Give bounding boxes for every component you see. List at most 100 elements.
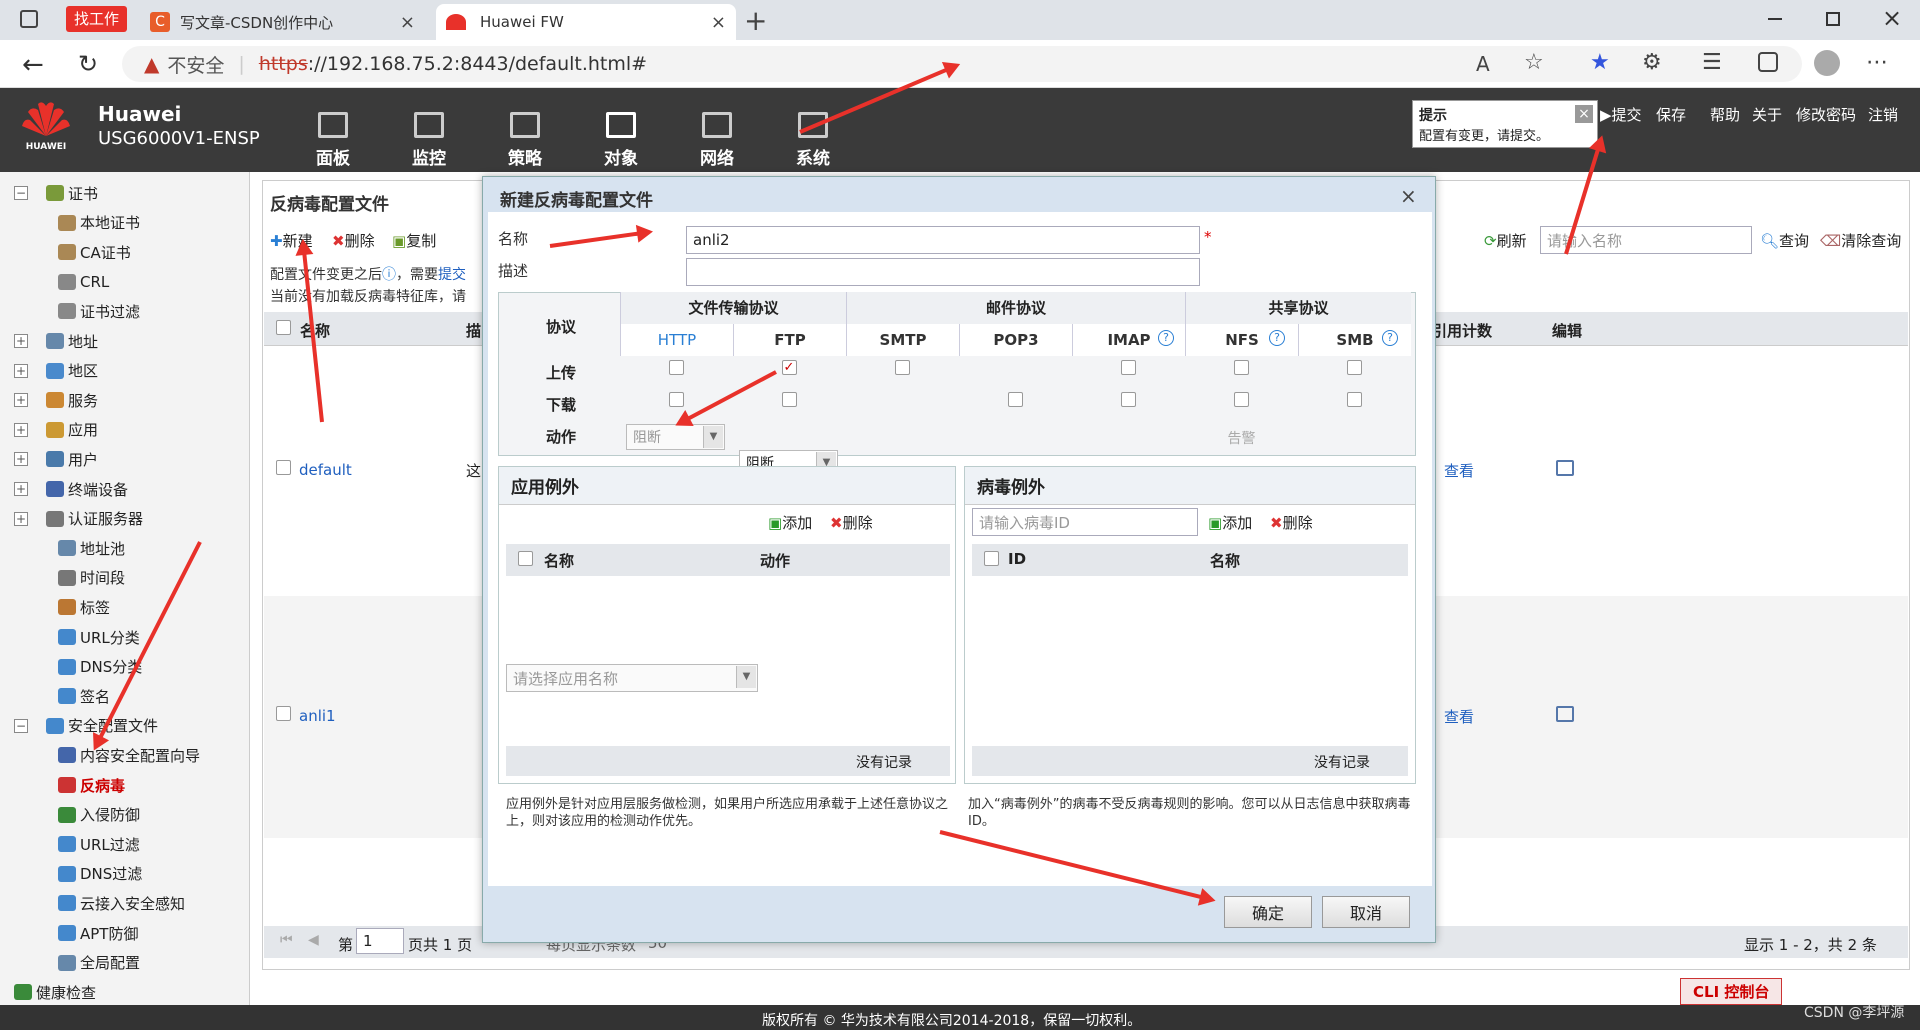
sidebar-item[interactable]: 内容安全配置向导	[58, 742, 200, 768]
view-link[interactable]: 查看	[1444, 706, 1474, 727]
select-all-checkbox[interactable]	[276, 320, 291, 339]
clear-query-button[interactable]: ⌫清除查询	[1820, 230, 1901, 251]
back-icon[interactable]: ←	[22, 50, 44, 80]
expand-icon[interactable]: +	[14, 334, 28, 348]
sidebar-item[interactable]: 本地证书	[58, 210, 140, 236]
upload-checkbox[interactable]	[1120, 360, 1136, 375]
more-menu-icon[interactable]: ⋯	[1866, 50, 1888, 75]
sidebar-item[interactable]: 入侵防御	[58, 802, 140, 828]
tab-csdn[interactable]: C 写文章-CSDN创作中心 ×	[140, 4, 425, 40]
help-link[interactable]: 帮助	[1710, 104, 1740, 125]
query-button[interactable]: 🔍︎查询	[1760, 230, 1809, 251]
virus-id-input[interactable]: 请输入病毒ID	[972, 508, 1198, 536]
row-checkbox[interactable]	[276, 706, 291, 721]
sidebar-item[interactable]: URL过滤	[58, 831, 140, 857]
name-input[interactable]: anli2	[686, 226, 1200, 254]
extensions-icon[interactable]: ⚙	[1642, 50, 1662, 75]
virus-select-all-checkbox[interactable]	[984, 551, 999, 570]
change-password-link[interactable]: 修改密码	[1796, 104, 1856, 125]
nav-system[interactable]: 系统	[778, 98, 848, 169]
row-name-link[interactable]: default	[299, 461, 352, 479]
sidebar-item[interactable]: 标签	[58, 594, 110, 620]
favorite-add-icon[interactable]: ☆	[1524, 50, 1544, 75]
url-field[interactable]: ▲ 不安全 | https ://192.168.75.2:8443/defau…	[122, 46, 1802, 82]
sidebar-item[interactable]: 全局配置	[58, 950, 140, 976]
sidebar-item[interactable]: CRL	[58, 269, 109, 295]
sidebar-item[interactable]: 签名	[58, 683, 110, 709]
sidebar-item[interactable]: CA证书	[58, 239, 131, 265]
expand-icon[interactable]: +	[14, 393, 28, 408]
sidebar-item[interactable]: + 认证服务器	[14, 506, 143, 532]
close-tab-icon[interactable]: ×	[711, 12, 726, 33]
sidebar-item[interactable]: URL分类	[58, 624, 140, 650]
close-window-icon[interactable]: ×	[1882, 4, 1902, 32]
download-checkbox[interactable]	[1120, 392, 1136, 407]
expand-icon[interactable]: +	[14, 422, 28, 437]
view-link[interactable]: 查看	[1444, 460, 1474, 481]
download-checkbox[interactable]	[1007, 392, 1023, 407]
sidebar-item[interactable]: 反病毒	[58, 772, 125, 798]
sidebar-item[interactable]: 健康检查	[14, 979, 96, 1005]
collapse-icon[interactable]: −	[14, 186, 28, 200]
help-icon[interactable]: ?	[1269, 330, 1285, 346]
delete-button[interactable]: ✖删除	[332, 230, 375, 251]
sidebar-item[interactable]: 地址池	[58, 535, 125, 561]
tooltip-close-icon[interactable]: ×	[1575, 105, 1593, 123]
nav-object[interactable]: 对象	[586, 98, 656, 169]
download-checkbox[interactable]	[1233, 392, 1249, 407]
tab-huawei-fw[interactable]: Huawei FW ×	[436, 4, 736, 40]
virus-delete-button[interactable]: ✖删除	[1270, 512, 1313, 533]
app-select-all-checkbox[interactable]	[518, 551, 533, 570]
download-checkbox[interactable]	[668, 392, 684, 407]
close-tab-icon[interactable]: ×	[400, 12, 415, 33]
cancel-button[interactable]: 取消	[1322, 896, 1410, 928]
expand-icon[interactable]: +	[14, 511, 28, 526]
page-input[interactable]: 1	[356, 928, 404, 954]
sidebar-item[interactable]: − 安全配置文件	[14, 713, 158, 739]
minimize-icon[interactable]	[1768, 18, 1782, 20]
copy-button[interactable]: ▣复制	[392, 230, 436, 251]
nav-network[interactable]: 网络	[682, 98, 752, 169]
help-icon[interactable]: ⓘ	[382, 267, 396, 283]
upload-checkbox[interactable]	[668, 360, 684, 375]
pager-first-icon[interactable]: ⏮	[280, 932, 293, 948]
profile-avatar[interactable]	[1814, 50, 1840, 76]
nav-monitor[interactable]: 监控	[394, 98, 464, 169]
sidebar-item[interactable]: DNS过滤	[58, 861, 142, 887]
app-add-button[interactable]: ▣添加	[768, 512, 812, 533]
read-aloud-icon[interactable]: A	[1476, 52, 1490, 76]
upload-checkbox[interactable]	[1346, 360, 1362, 375]
sidebar-item[interactable]: + 服务	[14, 387, 98, 413]
row-checkbox[interactable]	[276, 460, 291, 475]
sidebar-item[interactable]: 证书过滤	[58, 298, 140, 324]
sidebar-item[interactable]: 时间段	[58, 565, 125, 591]
tab-actions-icon[interactable]	[20, 10, 38, 28]
sidebar-item[interactable]: + 地址	[14, 328, 98, 354]
sidebar-item[interactable]: + 应用	[14, 417, 98, 443]
download-checkbox[interactable]	[781, 392, 797, 407]
nav-policy[interactable]: 策略	[490, 98, 560, 169]
ok-button[interactable]: 确定	[1224, 896, 1312, 928]
upload-checkbox[interactable]: ✓	[781, 360, 797, 375]
desc-input[interactable]	[686, 258, 1200, 286]
sidebar-item[interactable]: − 证书	[14, 180, 98, 206]
expand-icon[interactable]: +	[14, 363, 28, 378]
action-select[interactable]: 阻断▼	[626, 424, 725, 450]
submit-link[interactable]: ▶提交	[1600, 104, 1642, 125]
sidebar-item[interactable]: APT防御	[58, 920, 138, 946]
pager-prev-icon[interactable]: ◀	[308, 932, 319, 948]
save-link[interactable]: 保存	[1656, 104, 1686, 125]
expand-icon[interactable]: +	[14, 482, 28, 496]
upload-checkbox[interactable]	[1233, 360, 1249, 375]
sidebar-item[interactable]: 云接入安全感知	[58, 890, 185, 916]
virus-add-button[interactable]: ▣添加	[1208, 512, 1252, 533]
help-icon[interactable]: ?	[1158, 330, 1174, 346]
logout-link[interactable]: 注销	[1868, 104, 1898, 125]
help-icon[interactable]: ?	[1382, 330, 1398, 346]
submit-inline-link[interactable]: 提交	[438, 267, 466, 283]
collapse-icon[interactable]: −	[14, 718, 28, 733]
sidebar-item[interactable]: + 地区	[14, 358, 98, 384]
refresh-button[interactable]: ⟳刷新	[1484, 230, 1527, 251]
edit-icon[interactable]	[1556, 706, 1574, 722]
dialog-close-icon[interactable]: ×	[1400, 184, 1417, 208]
